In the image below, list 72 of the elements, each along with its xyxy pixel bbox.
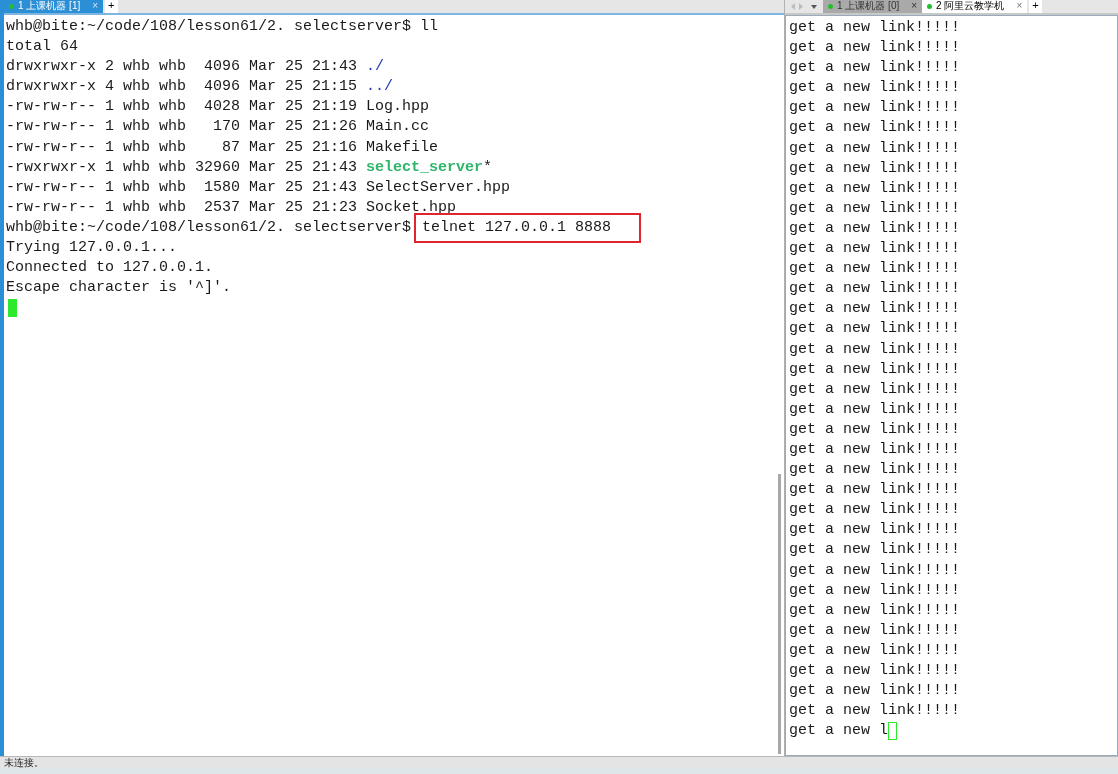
terminal-text: get a new link!!!!!	[789, 399, 962, 420]
terminal-text: get a new link!!!!!	[789, 158, 962, 179]
terminal-cursor	[8, 299, 17, 318]
terminal-text: get a new link!!!!!	[789, 98, 962, 119]
terminal-text: get a new link!!!!!	[789, 218, 962, 239]
terminal-text: get a new link!!!!!	[789, 520, 962, 541]
terminal-text: Connected to 127.0.0.1.	[6, 258, 214, 279]
left-arrow-icon[interactable]	[791, 3, 796, 10]
terminal-text: get a new link!!!!!	[789, 118, 962, 139]
terminal-cursor	[888, 722, 898, 741]
terminal-text: get a new link!!!!!	[789, 38, 962, 59]
close-tab-button[interactable]: ×	[92, 0, 99, 12]
terminal-text: get a new link!!!!!	[789, 239, 962, 260]
terminal-text: get a new link!!!!!	[789, 178, 962, 199]
terminal-text: get a new link!!!!!	[789, 138, 962, 159]
terminal-text: get a new link!!!!!	[789, 78, 962, 99]
terminal-text: total 64	[6, 37, 78, 58]
terminal-text: get a new l	[789, 721, 889, 742]
terminal-text: get a new link!!!!!	[789, 500, 962, 521]
directory-name: ../	[366, 77, 394, 98]
terminal-text: -rwxrwxr-x 1 whb whb 32960 Mar 25 21:43	[6, 157, 359, 178]
right-arrow-icon[interactable]	[799, 3, 804, 10]
terminal-text: get a new link!!!!!	[789, 419, 962, 440]
terminal-text: -rw-rw-r-- 1 whb whb 4028 Mar 25 21:19 Log.hpp	[6, 97, 430, 118]
terminal-text: get a new link!!!!!	[789, 681, 962, 702]
terminal-text: get a new link!!!!!	[789, 600, 962, 621]
terminal-text: get a new link!!!!!	[789, 198, 962, 219]
terminal-text: get a new link!!!!!	[789, 540, 962, 561]
terminal-text: get a new link!!!!!	[789, 701, 962, 722]
terminal-text: get a new link!!!!!	[789, 319, 962, 340]
terminal-text: get a new link!!!!!	[789, 299, 962, 320]
terminal-text: -rw-rw-r-- 1 whb whb 1580 Mar 25 21:43 SelectServer.hpp	[6, 177, 511, 198]
terminal-text: get a new link!!!!!	[789, 480, 962, 501]
terminal-text: get a new link!!!!!	[789, 259, 962, 280]
terminal-text: *	[483, 157, 493, 178]
highlighted-command: telnet 127.0.0.1 8888	[414, 213, 642, 243]
terminal-text: get a new link!!!!!	[789, 379, 962, 400]
add-tab-button[interactable]: +	[1029, 0, 1042, 13]
status-text: 未连接。	[4, 757, 44, 768]
dropdown-icon[interactable]	[811, 4, 817, 9]
add-tab-button[interactable]: +	[105, 0, 118, 13]
terminal-text: get a new link!!!!!	[789, 439, 962, 460]
terminal-text: get a new link!!!!!	[789, 339, 962, 360]
terminal-text: get a new link!!!!!	[789, 661, 962, 681]
terminal-text: get a new link!!!!!	[789, 58, 962, 79]
terminal-text: whb@bite:~/code/108/lesson61/2. selectserver$ ll	[6, 17, 439, 37]
executable-name: select_server	[366, 157, 484, 178]
tab-label: 1 上课机器 [1]	[18, 0, 81, 12]
tab-label: 2 阿里云教学机	[936, 0, 1005, 12]
tab[interactable]: 1 上课机器 [1] ×	[4, 0, 104, 13]
terminal-text: Trying 127.0.0.1...	[6, 238, 178, 259]
close-tab-button[interactable]: ×	[911, 0, 918, 12]
terminal-text: -rw-rw-r-- 1 whb whb 170 Mar 25 21:26 Main.cc	[6, 117, 430, 138]
terminal-text: get a new link!!!!!	[789, 640, 962, 661]
terminal-text: whb@bite:~/code/108/lesson61/2. selectserver$	[6, 217, 412, 238]
directory-name: ./	[366, 57, 385, 78]
scrollbar-thumb[interactable]	[778, 474, 781, 754]
tab[interactable]: 1 上课机器 [0] ×	[823, 0, 923, 13]
tab[interactable]: 2 阿里云教学机 ×	[922, 0, 1028, 13]
terminal-text: get a new link!!!!!	[789, 580, 962, 601]
terminal-text: -rw-rw-r-- 1 whb whb 87 Mar 25 21:16 Makefile	[6, 137, 439, 158]
terminal-text: get a new link!!!!!	[789, 279, 962, 300]
terminal-text: get a new link!!!!!	[789, 18, 962, 38]
terminal-text: get a new link!!!!!	[789, 460, 962, 481]
terminal-text: drwxrwxr-x 4 whb whb 4096 Mar 25 21:15	[6, 77, 359, 98]
close-tab-button[interactable]: ×	[1016, 0, 1023, 12]
terminal-text: get a new link!!!!!	[789, 359, 962, 380]
terminal-text: drwxrwxr-x 2 whb whb 4096 Mar 25 21:43	[6, 57, 359, 78]
terminal-text: Escape character is '^]'.	[6, 278, 232, 299]
terminal-text: get a new link!!!!!	[789, 560, 962, 581]
tab-label: 1 上课机器 [0]	[837, 0, 900, 12]
terminal-text: get a new link!!!!!	[789, 620, 962, 641]
